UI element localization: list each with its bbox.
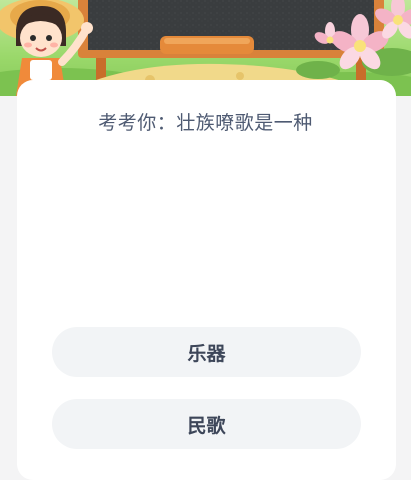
answer-option-folk-song[interactable]: 民歌 (52, 399, 361, 449)
answer-option-instrument[interactable]: 乐器 (52, 327, 361, 377)
question-text: 考考你：壮族嘹歌是一种 (98, 112, 313, 134)
